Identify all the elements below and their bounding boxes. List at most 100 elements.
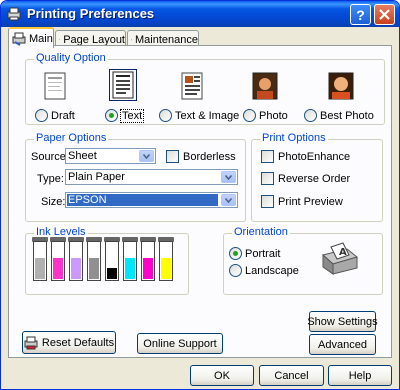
draft-label: Draft [51, 109, 75, 122]
ink-level-fill [89, 258, 99, 279]
source-select[interactable]: Sheet [65, 148, 156, 164]
ink-level-fill [161, 258, 171, 279]
cancel-button[interactable]: Cancel [259, 365, 324, 386]
borderless-label: Borderless [183, 150, 236, 163]
text-and-image-radio[interactable]: Text & Image [159, 109, 239, 122]
draft-radio[interactable]: Draft [35, 109, 75, 122]
tab-main[interactable]: Main [8, 27, 54, 48]
reverse-order-label: Reverse Order [278, 172, 351, 185]
ink-level-fill [71, 258, 81, 279]
chevron-down-icon [139, 150, 154, 162]
chevron-down-icon [221, 171, 236, 183]
ink-cartridge [105, 241, 119, 281]
cancel-label: Cancel [274, 369, 309, 382]
photo-quality-icon [252, 72, 278, 100]
size-select[interactable]: EPSON [65, 192, 238, 208]
photoenhance-label: PhotoEnhance [278, 150, 351, 163]
text-and-image-label: Text & Image [175, 109, 240, 122]
ink-level-fill [107, 268, 117, 279]
ok-label: OK [214, 369, 230, 382]
tab-page-layout-label: Page Layout [63, 33, 125, 46]
text-and-image-radio-circle [159, 109, 172, 122]
ink-cartridge [159, 241, 173, 281]
svg-text:A: A [339, 247, 347, 258]
advanced-button[interactable]: Advanced [309, 334, 376, 355]
type-value: Plain Paper [68, 171, 125, 183]
ink-level-fill [35, 258, 45, 279]
ink-cartridge [123, 241, 137, 281]
close-button[interactable] [374, 4, 395, 25]
radio-selected-dot [233, 251, 238, 256]
online-support-label: Online Support [143, 337, 217, 350]
show-settings-button[interactable]: Show Settings [307, 311, 378, 332]
reset-defaults-button[interactable]: Reset Defaults [22, 331, 116, 354]
quality-option-title: Quality Option [34, 52, 108, 64]
source-label: Source: [31, 151, 69, 163]
chevron-down-icon [221, 194, 236, 206]
help-button[interactable]: Help [328, 365, 392, 386]
text-and-image-quality-icon [181, 72, 203, 100]
photo-label: Photo [259, 109, 288, 122]
online-support-button[interactable]: Online Support [137, 333, 223, 354]
help-label: Help [348, 369, 372, 382]
reset-icon [24, 336, 38, 349]
ok-button[interactable]: OK [190, 365, 254, 386]
orientation-title: Orientation [232, 226, 290, 238]
ink-cartridge [69, 241, 83, 281]
photo-radio[interactable]: Photo [243, 109, 288, 122]
borderless-check-box [166, 150, 179, 163]
radio-selected-dot [109, 113, 114, 118]
text-label: Text [119, 108, 145, 123]
ink-cartridge [141, 241, 155, 281]
printing-preferences-window: Printing Preferences ? Main Page Layout … [0, 0, 400, 390]
portrait-label: Portrait [245, 247, 281, 260]
tab-maintenance-label: Maintenance [135, 33, 198, 46]
print-preview-label: Print Preview [278, 195, 343, 208]
window-title: Printing Preferences [27, 6, 155, 21]
draft-quality-icon [44, 72, 66, 100]
portrait-radio[interactable]: Portrait [229, 247, 280, 260]
best-photo-radio[interactable]: Best Photo [304, 109, 374, 122]
ink-level-fill [125, 258, 135, 279]
size-value: EPSON [67, 194, 218, 206]
ink-cartridge [87, 241, 101, 281]
size-label: Size: [41, 196, 66, 208]
portrait-radio-circle [229, 247, 242, 260]
close-icon [379, 9, 390, 20]
ink-level-fill [143, 258, 153, 279]
text-radio-circle [105, 109, 118, 122]
print-preview-checkbox[interactable]: Print Preview [261, 195, 343, 208]
reverse-order-check-box [261, 172, 274, 185]
ink-cartridge [51, 241, 65, 281]
landscape-radio-circle [229, 264, 242, 277]
photoenhance-check-box [261, 150, 274, 163]
type-label: Type: [37, 173, 64, 185]
print-preview-check-box [261, 195, 274, 208]
ink-cartridge [33, 241, 47, 281]
landscape-radio[interactable]: Landscape [229, 264, 299, 277]
ink-level-fill [53, 258, 63, 279]
source-value: Sheet [68, 150, 97, 162]
show-settings-label: Show Settings [307, 315, 378, 328]
reverse-order-checkbox[interactable]: Reverse Order [261, 172, 350, 185]
print-options-title: Print Options [260, 132, 328, 144]
printer-icon [7, 7, 21, 21]
borderless-checkbox[interactable]: Borderless [166, 150, 236, 163]
question-mark-icon: ? [356, 6, 365, 23]
help-title-button[interactable]: ? [350, 4, 371, 25]
photoenhance-checkbox[interactable]: PhotoEnhance [261, 150, 350, 163]
best-photo-label: Best Photo [320, 109, 374, 122]
landscape-label: Landscape [245, 264, 299, 277]
main-tab-icon [12, 32, 26, 46]
title-bar[interactable]: Printing Preferences ? [1, 1, 399, 27]
reset-defaults-label: Reset Defaults [41, 336, 115, 349]
text-radio[interactable]: Text [105, 108, 145, 123]
best-photo-radio-circle [304, 109, 317, 122]
portrait-printer-icon: A [321, 242, 359, 275]
best-photo-quality-icon [328, 72, 354, 100]
tab-main-label: Main [29, 32, 53, 45]
photo-radio-circle [243, 109, 256, 122]
draft-radio-circle [35, 109, 48, 122]
text-quality-icon [109, 69, 137, 101]
type-select[interactable]: Plain Paper [65, 169, 238, 185]
